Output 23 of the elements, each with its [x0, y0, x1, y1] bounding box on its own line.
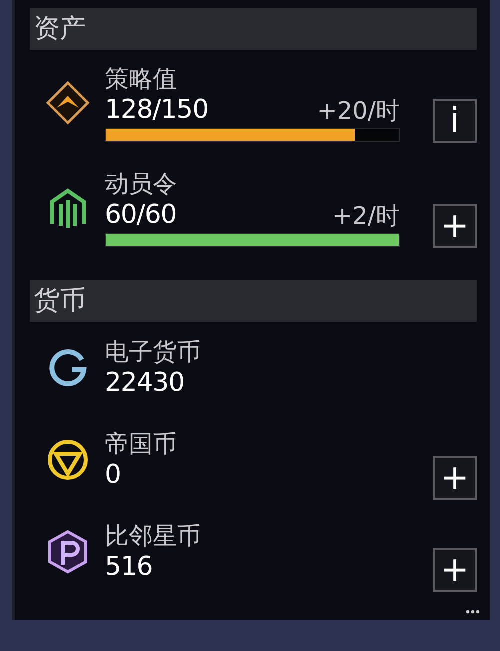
rate-text: +2/时 — [332, 200, 400, 230]
hexagon-coin-icon — [46, 529, 90, 575]
item-value: 60/60 — [105, 198, 177, 230]
add-button[interactable]: + — [433, 204, 477, 248]
section-header: 资产 — [30, 8, 477, 50]
item-value: 516 — [105, 551, 153, 583]
item-value: 128/150 — [105, 94, 208, 126]
item-name: 比邻星币 — [105, 521, 201, 551]
add-button[interactable]: + — [433, 548, 477, 592]
item-value: 22430 — [105, 367, 184, 399]
rate-text: +20/时 — [317, 96, 400, 126]
item-value: 0 — [105, 459, 121, 491]
item-name: 帝国币 — [105, 429, 177, 459]
more-icon — [466, 610, 480, 614]
pillars-icon — [48, 186, 88, 230]
diamond-chevron-icon — [44, 80, 90, 126]
add-button[interactable]: + — [433, 456, 477, 500]
item-name: 电子货币 — [105, 337, 201, 367]
info-button[interactable]: i — [433, 99, 477, 143]
triangle-coin-icon — [46, 438, 90, 482]
item-name: 策略值 — [105, 64, 177, 94]
item-name: 动员令 — [105, 168, 177, 198]
section-header: 货币 — [30, 280, 477, 322]
